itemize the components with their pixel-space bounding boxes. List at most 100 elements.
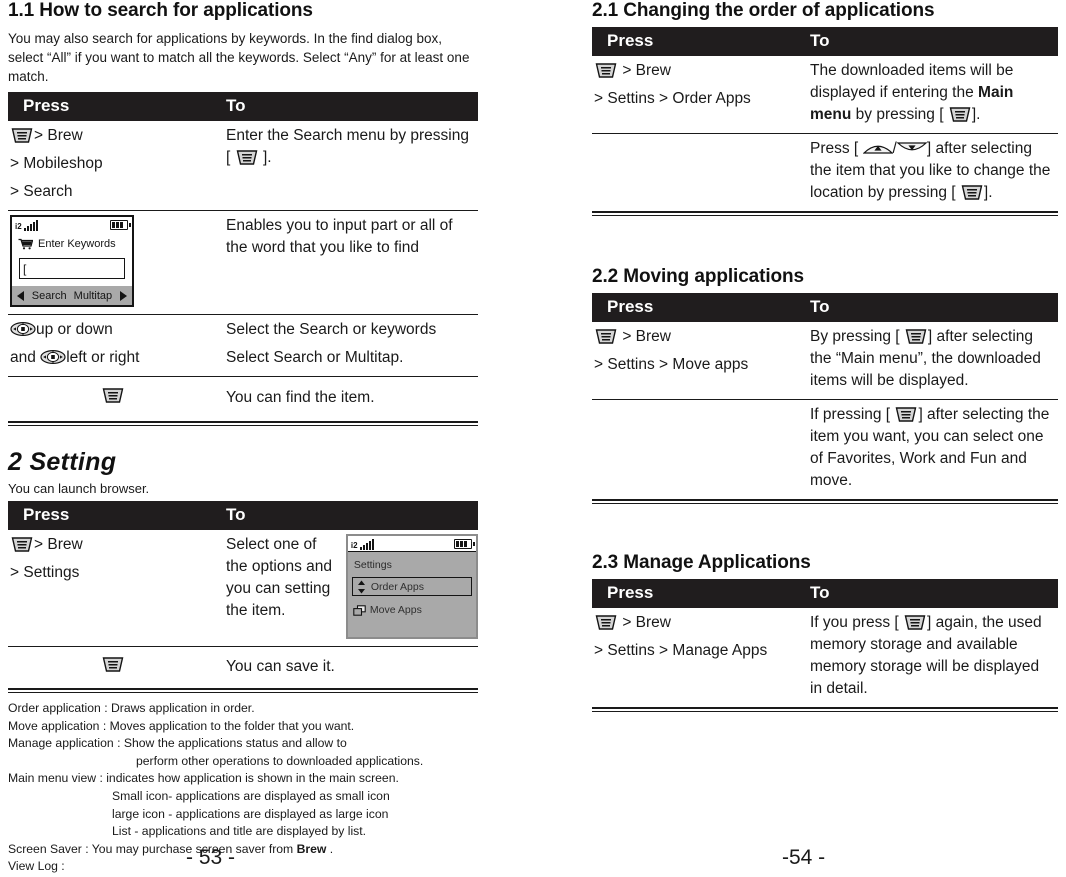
table-bottom-rule xyxy=(8,688,478,693)
press-step-line: > Search xyxy=(10,183,73,200)
to-cell: The downloaded items will be displayed i… xyxy=(804,56,1058,134)
press-cell: > Brew > Settings xyxy=(8,530,220,647)
column-header-to: To xyxy=(804,293,1058,322)
table-row: > Brew > Settins > Order Apps The downlo… xyxy=(592,56,1058,134)
to-cell: By pressing [ ] after selecting the “Mai… xyxy=(804,322,1058,400)
section-title-2-2: 2.2 Moving applications xyxy=(592,266,805,287)
search-steps-table: Press To > Brew > Mobileshop > Search En… xyxy=(8,92,478,421)
up-down-arrows-icon xyxy=(357,580,366,594)
column-header-to: To xyxy=(804,27,1058,56)
press-cell xyxy=(8,646,220,688)
signal-bars-icon xyxy=(359,538,374,550)
phone-status-bar: i2 xyxy=(347,536,476,552)
note-line: Small icon- applications are displayed a… xyxy=(112,788,390,803)
menu-key-icon xyxy=(101,387,125,404)
chapter-title-2: 2 Setting xyxy=(8,448,117,476)
phone-keyword-row: Enter Keywords xyxy=(12,232,132,257)
softkey-multitap-label[interactable]: Multitap xyxy=(74,285,113,307)
section-title-1-1: 1.1 How to search for applications xyxy=(8,0,313,21)
volume-up-key-icon xyxy=(862,140,894,154)
press-text: > Brew xyxy=(622,62,671,79)
signal-roam-label: i2 xyxy=(15,221,22,231)
chapter-subtitle: You can launch browser. xyxy=(8,481,150,496)
footnotes-block: Order application : Draws application in… xyxy=(8,700,478,876)
to-cell: If pressing [ ] after selecting the item… xyxy=(804,399,1058,499)
press-conjunction: and xyxy=(10,349,36,366)
volume-down-key-icon xyxy=(896,140,928,154)
arrow-right-icon[interactable] xyxy=(119,290,127,301)
section-title-2-1: 2.1 Changing the order of applications xyxy=(592,0,935,21)
menu-key-icon xyxy=(948,106,972,123)
note-bold-word: Brew xyxy=(296,841,327,856)
note-text: . xyxy=(326,841,334,856)
table-row: > Brew > Settings Select one of the opti… xyxy=(8,530,478,647)
phone-keyword-input[interactable]: [ xyxy=(19,258,125,279)
phone-status-bar: i2 xyxy=(12,217,132,232)
page-number-right: -54 - xyxy=(782,846,826,869)
press-cell xyxy=(8,376,220,421)
press-step-line: > Settins > Move apps xyxy=(594,356,749,373)
to-text-line: Select Search or Multitap. xyxy=(226,349,404,366)
press-text: up or down xyxy=(36,321,113,338)
section-title-2-3: 2.3 Manage Applications xyxy=(592,552,811,573)
press-text: > Brew xyxy=(622,328,671,345)
phone-settings-title: Settings xyxy=(353,559,392,571)
to-text: If you press [ xyxy=(810,614,899,631)
table-row: > Brew > Mobileshop > Search Enter the S… xyxy=(8,121,478,211)
table-bottom-rule xyxy=(592,707,1058,712)
menu-key-icon xyxy=(10,536,34,553)
press-cell: i2 Enter Keywords [Search Multitap xyxy=(8,210,220,315)
note-text: Screen Saver : You may purchase screen s… xyxy=(8,841,297,856)
move-apps-table: Press To > Brew > Settins > Move apps By… xyxy=(592,293,1058,499)
table-row: If pressing [ ] after selecting the item… xyxy=(592,399,1058,499)
arrow-left-icon[interactable] xyxy=(17,290,24,301)
table-header-row: Press To xyxy=(8,92,478,121)
note-line: Order application : Draws application in… xyxy=(8,701,255,715)
press-step-line: > Brew xyxy=(10,534,216,556)
to-text: by pressing [ xyxy=(851,106,944,123)
to-text: If pressing [ xyxy=(810,406,891,423)
table-header-row: Press To xyxy=(8,501,478,530)
to-cell: Enables you to input part or all of the … xyxy=(220,210,478,315)
to-text: ]. xyxy=(983,184,993,201)
note-line: List - applications and title are displa… xyxy=(112,824,367,839)
press-step-line: > Brew xyxy=(594,60,800,82)
softkey-search-label[interactable]: Search xyxy=(32,285,67,307)
press-cell: > Brew > Mobileshop > Search xyxy=(8,121,220,211)
navigation-key-icon xyxy=(10,321,36,337)
column-header-to: To xyxy=(220,501,478,530)
phone-settings-item[interactable]: Move Apps xyxy=(348,596,476,623)
to-text: Select one of the options and you can se… xyxy=(226,536,333,619)
table-header-row: Press To xyxy=(592,293,1058,322)
menu-key-icon xyxy=(903,614,927,631)
navigation-key-icon xyxy=(40,349,66,365)
battery-icon xyxy=(454,539,475,549)
phone-settings-selected-item[interactable]: Order Apps xyxy=(351,577,472,596)
page-number-left: - 53 - xyxy=(186,846,236,869)
table-header-row: Press To xyxy=(592,27,1058,56)
phone-softkey-bar: Search Multitap xyxy=(12,286,132,305)
note-line: Move application : Moves application to … xyxy=(8,718,355,733)
signal-roam-label: i2 xyxy=(350,540,358,550)
note-line: Manage application : Show the applicatio… xyxy=(8,736,347,751)
press-cell xyxy=(592,133,804,211)
column-header-to: To xyxy=(804,579,1058,608)
note-line: View Log : xyxy=(8,859,65,874)
table-header-row: Press To xyxy=(592,579,1058,608)
menu-key-icon xyxy=(10,127,34,144)
to-cell: You can find the item. xyxy=(220,376,478,421)
note-line: Screen Saver : You may purchase screen s… xyxy=(8,841,478,859)
menu-key-icon xyxy=(101,656,125,673)
phone-search-mockup: i2 Enter Keywords [Search Multitap xyxy=(10,215,134,307)
press-step-line: > Settings xyxy=(10,564,80,581)
press-step-line: > Settins > Order Apps xyxy=(594,90,751,107)
table-row: Press [ / ] after selecting the item tha… xyxy=(592,133,1058,211)
to-cell: Press [ / ] after selecting the item tha… xyxy=(804,133,1058,211)
table-row: > Brew > Settins > Move apps By pressing… xyxy=(592,322,1058,400)
press-step-line: > Brew xyxy=(594,612,800,634)
press-step-line: and left or right xyxy=(10,347,216,369)
table-row: up or down and left or right Select the … xyxy=(8,314,478,377)
battery-icon xyxy=(110,220,131,230)
press-step-line: up or down xyxy=(10,319,216,341)
menu-key-icon xyxy=(894,406,918,423)
